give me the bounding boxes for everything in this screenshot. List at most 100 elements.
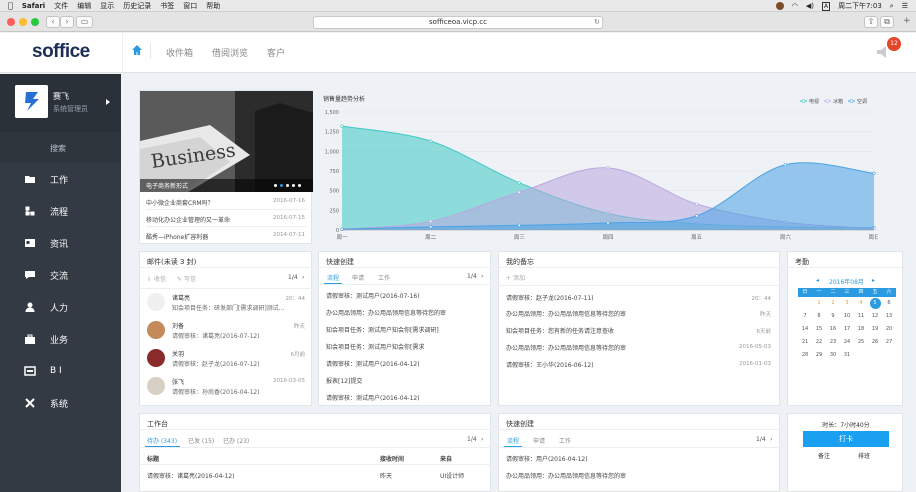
address-bar[interactable]: sofficeoa.vicp.cc (313, 16, 603, 29)
calendar-day[interactable]: 20 (882, 323, 896, 336)
calendar-day[interactable]: 25 (854, 336, 868, 349)
tab-work[interactable]: 工作 (559, 436, 571, 445)
mail-subject[interactable]: 知会项目任务：研发部门[需求调研]测试... (172, 303, 284, 312)
calendar-day[interactable]: 13 (882, 310, 896, 323)
calendar-day[interactable]: 16 (826, 323, 840, 336)
tab-process[interactable]: 流程 (507, 436, 519, 445)
user-menubar-icon[interactable] (775, 2, 784, 10)
sidebar-item-hr[interactable]: 人力 (0, 292, 121, 322)
memo-item[interactable]: 办公用品领用：办公用品领用信息等待您的审 (506, 343, 626, 352)
menu-view[interactable]: 显示 (100, 1, 114, 11)
close-window-icon[interactable] (7, 18, 15, 26)
calendar-day[interactable]: 5 (869, 298, 881, 309)
menu-history[interactable]: 历史记录 (123, 1, 151, 11)
apple-icon[interactable]:  (8, 1, 13, 10)
volume-icon[interactable]: ◀) (806, 2, 814, 10)
spotlight-icon[interactable]: ⌕ (890, 2, 894, 11)
menu-window[interactable]: 窗口 (183, 1, 197, 11)
calendar-day[interactable]: 26 (868, 336, 882, 349)
calendar-day[interactable]: 6 (882, 297, 896, 310)
chevron-right-icon[interactable]: › (770, 436, 772, 443)
memo-item[interactable]: 知会项目任务：您有新的任务请注意查收 (506, 326, 614, 335)
calendar-day[interactable]: 21 (798, 336, 812, 349)
menu-bookmarks[interactable]: 书签 (160, 1, 174, 11)
menu-help[interactable]: 帮助 (206, 1, 220, 11)
back-icon[interactable]: ‹ (46, 16, 60, 28)
sidebar-item-flow[interactable]: 流程 (0, 196, 121, 226)
caret-right-icon[interactable] (106, 99, 110, 105)
news-item-title[interactable]: 中小微企业商套CRM吗？ (146, 198, 214, 207)
news-item-title[interactable]: 酷秀—iPhone扩容利器 (146, 232, 208, 241)
calendar-day[interactable]: 17 (840, 323, 854, 336)
clock-in-button[interactable]: 打卡 (803, 431, 889, 447)
menu-file[interactable]: 文件 (54, 1, 68, 11)
calendar-day[interactable]: 1 (812, 297, 826, 310)
calendar-day[interactable]: 10 (840, 310, 854, 323)
sidebar-search[interactable]: 搜索 (50, 143, 66, 154)
chevron-right-icon[interactable]: › (302, 274, 304, 281)
tab-work[interactable]: 工作 (378, 273, 390, 282)
list-item[interactable]: 知会项目任务：测试用户知会你[需求 (326, 342, 424, 351)
mail-subject[interactable]: 请假审核：赵子龙(2016-07-12) (172, 359, 260, 368)
next-month-icon[interactable]: ▸ (872, 277, 875, 284)
note-link[interactable]: 备注 (818, 451, 830, 460)
memo-item[interactable]: 请假审核：王小华(2016-06-12) (506, 360, 594, 369)
list-item[interactable]: 请假审核：测试用户(2016-04-12) (326, 359, 420, 368)
tab-sent[interactable]: 已发 (15) (188, 436, 214, 445)
mail-sender[interactable]: 张飞 (172, 377, 184, 386)
calendar-day[interactable]: 8 (812, 310, 826, 323)
compose-mail-button[interactable]: ✎ 写信 (177, 274, 196, 283)
menu-edit[interactable]: 编辑 (77, 1, 91, 11)
list-item[interactable]: 请假审核：测试用户(2016-07-16) (326, 291, 420, 300)
tab-todo[interactable]: 待办 (343) (147, 436, 177, 445)
nav-inbox[interactable]: 收件箱 (166, 46, 193, 59)
calendar-day[interactable]: 19 (868, 323, 882, 336)
memo-item[interactable]: 办公用品领用：办公用品领用信息等待您的审 (506, 309, 626, 318)
home-icon[interactable] (131, 41, 143, 59)
nav-customers[interactable]: 客户 (267, 46, 285, 59)
calendar-day[interactable]: 11 (854, 310, 868, 323)
calendar-day[interactable]: 29 (812, 349, 826, 362)
schedule-link[interactable]: 排班 (858, 451, 870, 460)
mail-sender[interactable]: 刘备 (172, 321, 184, 330)
chevron-right-icon[interactable]: › (481, 436, 483, 443)
nav-borrow-browse[interactable]: 借阅浏览 (212, 46, 248, 59)
calendar-day[interactable]: 24 (840, 336, 854, 349)
mail-subject[interactable]: 请假审核：诸葛亮(2016-07-12) (172, 331, 260, 340)
soffice-logo[interactable]: soffice (32, 41, 90, 63)
tab-process[interactable]: 流程 (327, 273, 339, 282)
sidebar-item-business[interactable]: 业务 (0, 324, 121, 354)
zoom-window-icon[interactable] (31, 18, 39, 26)
calendar-day[interactable]: 2 (826, 297, 840, 310)
sidebar-item-news[interactable]: 资讯 (0, 228, 121, 258)
calendar-day[interactable]: 14 (798, 323, 812, 336)
list-item[interactable]: 请假审核：用户(2016-04-12) (506, 454, 588, 463)
calendar-day[interactable]: 4 (854, 297, 868, 310)
calendar-day[interactable]: 3 (840, 297, 854, 310)
tab-done[interactable]: 已办 (23) (223, 436, 249, 445)
tab-apply[interactable]: 申请 (533, 436, 545, 445)
input-method-icon[interactable]: A (821, 1, 831, 11)
share-icon[interactable]: ⇧ (864, 16, 878, 28)
menu-safari[interactable]: Safari (22, 2, 45, 10)
table-cell-title[interactable]: 请假审核：诸葛亮(2016-04-12) (147, 471, 235, 480)
forward-icon[interactable]: › (60, 16, 74, 28)
reload-icon[interactable]: ↻ (594, 18, 600, 26)
add-memo-button[interactable]: + 添加 (506, 273, 525, 282)
sidebar-item-work[interactable]: 工作 (0, 164, 121, 194)
list-item[interactable]: 办公用品领用：办公用品领用信息等待您的审 (506, 471, 626, 480)
notification-badge[interactable]: 12 (887, 37, 901, 51)
calendar-day[interactable]: 31 (840, 349, 854, 362)
mail-sender[interactable]: 关羽 (172, 349, 184, 358)
calendar-day[interactable]: 27 (882, 336, 896, 349)
carousel-dots[interactable] (274, 184, 301, 187)
list-item[interactable]: 报表[12]提交 (326, 376, 362, 385)
calendar-day[interactable]: 30 (826, 349, 840, 362)
calendar-day[interactable]: 18 (854, 323, 868, 336)
list-item[interactable]: 办公用品领用：办公用品领用信息等待您的审 (326, 308, 446, 317)
calendar-day[interactable]: 23 (826, 336, 840, 349)
prev-month-icon[interactable]: ◂ (816, 277, 819, 284)
list-item[interactable]: 请假审核：测试用户(2016-04-12) (326, 393, 420, 402)
receive-mail-button[interactable]: ⇩ 收信 (147, 274, 166, 283)
new-tab-icon[interactable]: + (903, 16, 911, 26)
